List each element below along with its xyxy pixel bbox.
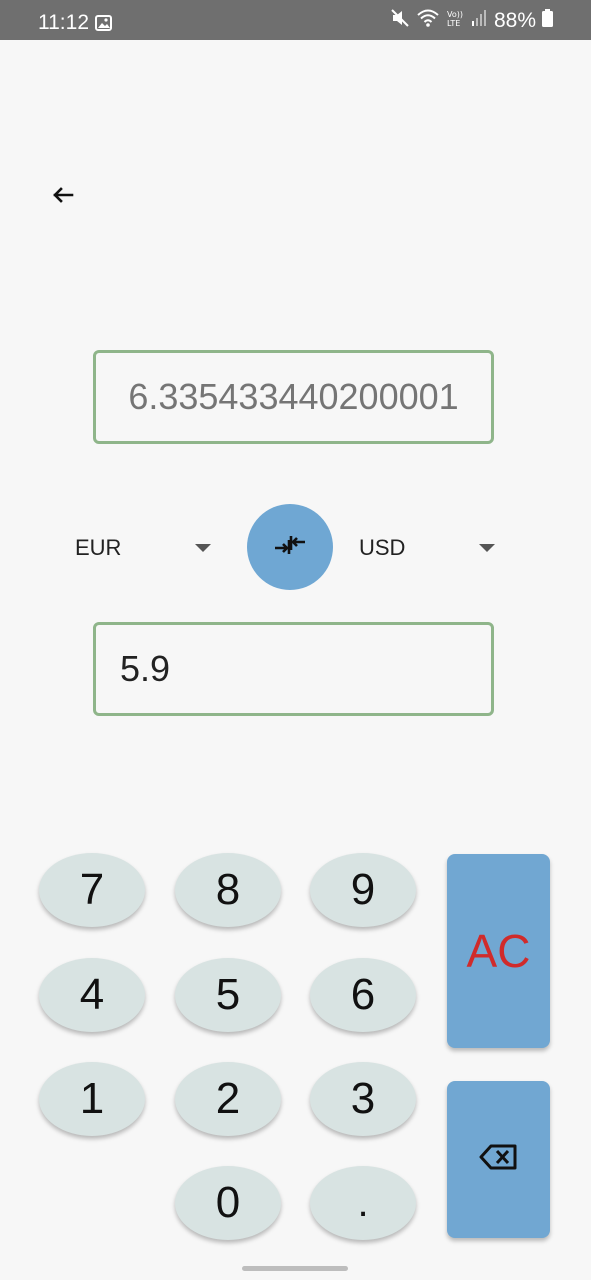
signal-icon bbox=[471, 9, 488, 33]
home-indicator[interactable] bbox=[242, 1266, 348, 1271]
key-1[interactable]: 1 bbox=[39, 1062, 145, 1136]
status-time: 11:12 bbox=[38, 11, 89, 34]
key-0[interactable]: 0 bbox=[175, 1166, 281, 1240]
dropdown-arrow-icon bbox=[479, 544, 495, 552]
to-currency-dropdown[interactable]: USD bbox=[359, 528, 499, 568]
wifi-icon bbox=[416, 8, 440, 34]
key-3[interactable]: 3 bbox=[310, 1062, 416, 1136]
swap-arrows-icon bbox=[273, 532, 307, 563]
from-currency-label: EUR bbox=[75, 535, 122, 560]
to-currency-label: USD bbox=[359, 535, 406, 560]
key-9[interactable]: 9 bbox=[310, 853, 416, 927]
backspace-button[interactable] bbox=[447, 1081, 550, 1238]
converted-output-field: 5.9 bbox=[93, 622, 494, 716]
key-2[interactable]: 2 bbox=[175, 1062, 281, 1136]
volte-icon: Vo)) LTE bbox=[446, 8, 466, 34]
swap-currencies-button[interactable] bbox=[247, 504, 333, 590]
svg-text:Vo)): Vo)) bbox=[447, 10, 463, 19]
arrow-left-icon bbox=[50, 185, 76, 210]
status-bar: 11:12 Vo)) LTE 88% bbox=[0, 0, 591, 40]
mute-icon bbox=[390, 8, 410, 34]
battery-icon bbox=[542, 9, 553, 33]
dropdown-arrow-icon bbox=[195, 544, 211, 552]
key-4[interactable]: 4 bbox=[39, 958, 145, 1032]
clear-all-button[interactable]: AC bbox=[447, 854, 550, 1048]
status-icons: Vo)) LTE 88% bbox=[390, 9, 553, 33]
from-currency-dropdown[interactable]: EUR bbox=[75, 528, 215, 568]
svg-text:LTE: LTE bbox=[447, 19, 460, 28]
key-6[interactable]: 6 bbox=[310, 958, 416, 1032]
image-notification-icon bbox=[95, 15, 112, 31]
key-5[interactable]: 5 bbox=[175, 958, 281, 1032]
key-7[interactable]: 7 bbox=[39, 853, 145, 927]
battery-percentage: 88% bbox=[493, 9, 536, 32]
key-decimal[interactable]: . bbox=[310, 1166, 416, 1240]
amount-input-field[interactable]: 6.335433440200001 bbox=[93, 350, 494, 444]
backspace-icon bbox=[479, 1143, 519, 1176]
key-8[interactable]: 8 bbox=[175, 853, 281, 927]
back-button[interactable] bbox=[44, 180, 82, 214]
